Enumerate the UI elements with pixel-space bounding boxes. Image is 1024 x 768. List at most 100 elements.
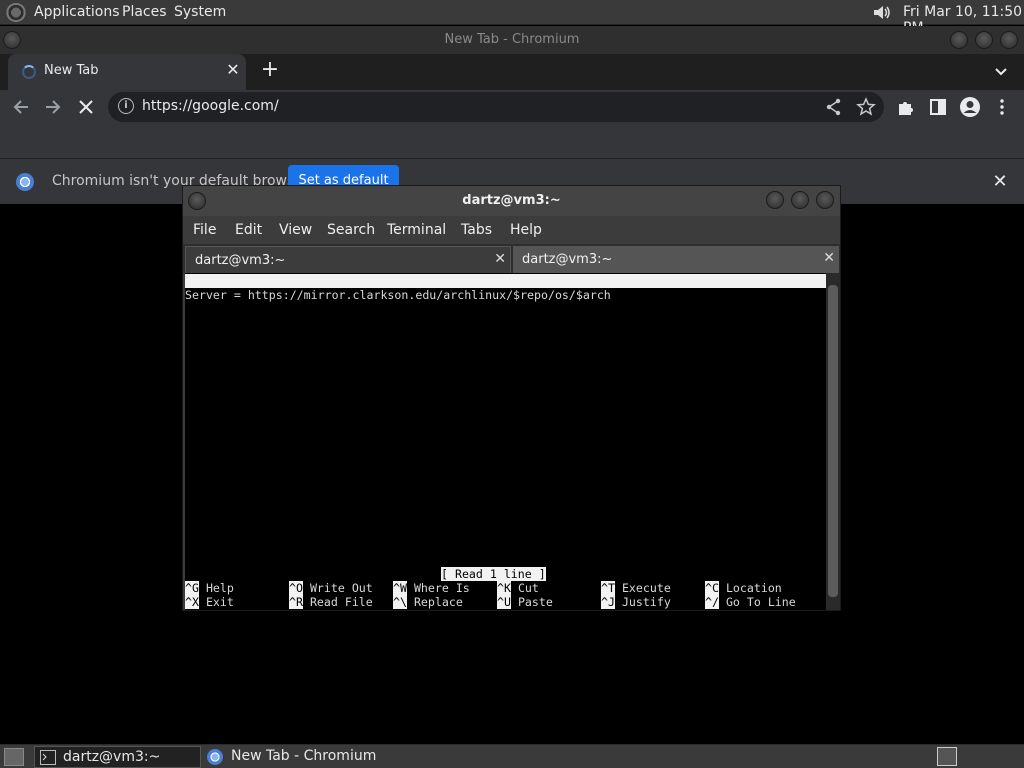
- nano-shortcut-label: Write Out: [302, 581, 373, 595]
- share-icon[interactable]: [824, 97, 844, 117]
- new-tab-button[interactable]: +: [258, 59, 282, 83]
- applications-menu[interactable]: Applications: [34, 4, 120, 20]
- window-title: New Tab - Chromium: [444, 32, 580, 47]
- minimize-button[interactable]: [950, 31, 968, 49]
- info-icon[interactable]: i: [118, 98, 134, 114]
- nano-shortcut-label: Justify: [614, 595, 671, 609]
- terminal-screen[interactable]: GNU nano 7.2/etc/pacman.d/mirrorlist Ser…: [185, 273, 826, 610]
- side-panel-icon[interactable]: [927, 96, 949, 118]
- distro-logo-icon[interactable]: [6, 3, 26, 22]
- tab-close-icon[interactable]: ✕: [224, 60, 242, 80]
- profile-avatar-icon[interactable]: [959, 96, 981, 118]
- nano-shortcut-key: ^G: [185, 581, 199, 595]
- back-arrow-icon[interactable]: [10, 96, 32, 118]
- taskbar-item-chromium[interactable]: New Tab - Chromium: [203, 746, 403, 768]
- show-desktop-icon[interactable]: [4, 748, 24, 766]
- workspace-switcher-icon[interactable]: [937, 747, 957, 766]
- nano-shortcut: ^K Cut: [497, 581, 539, 595]
- url-text[interactable]: https://google.com/: [142, 98, 279, 114]
- loading-spinner-icon: [22, 65, 36, 79]
- file-content-line[interactable]: Server = https://mirror.clarkson.edu/arc…: [185, 288, 611, 302]
- nano-shortcut-key: ^J: [601, 595, 615, 609]
- bottom-panel: dartz@vm3:~ New Tab - Chromium: [0, 744, 1024, 768]
- stop-loading-icon[interactable]: [75, 96, 97, 118]
- nano-shortcut-label: Where Is: [406, 581, 470, 595]
- terminal-tab-label: dartz@vm3:~: [522, 252, 613, 267]
- taskbar-item-terminal[interactable]: dartz@vm3:~: [34, 746, 201, 768]
- bookmark-star-icon[interactable]: [856, 97, 876, 117]
- terminal-tab-close-icon[interactable]: ✕: [494, 251, 506, 267]
- terminal-titlebar[interactable]: dartz@vm3:~: [183, 186, 840, 216]
- extensions-puzzle-icon[interactable]: [895, 96, 917, 118]
- nano-shortcut-label: Read File: [302, 595, 373, 609]
- terminal-tab-close-icon[interactable]: ✕: [823, 250, 835, 266]
- nano-shortcut: ^X Exit: [185, 595, 234, 609]
- nano-shortcut-label: Help: [198, 581, 234, 595]
- terminal-tab-bar: dartz@vm3:~ ✕ dartz@vm3:~ ✕: [183, 244, 840, 273]
- menu-file[interactable]: File: [193, 222, 216, 238]
- terminal-title: dartz@vm3:~: [462, 193, 561, 208]
- terminal-maximize-button[interactable]: [791, 191, 809, 209]
- terminal-window[interactable]: dartz@vm3:~ File Edit View Search Termin…: [182, 185, 841, 611]
- forward-arrow-icon[interactable]: [42, 96, 64, 118]
- menu-search[interactable]: Search: [327, 222, 375, 238]
- terminal-tab-label: dartz@vm3:~: [195, 253, 286, 268]
- nano-shortcut: ^W Where Is: [393, 581, 470, 595]
- terminal-close-button[interactable]: [816, 191, 834, 209]
- terminal-icon: [40, 750, 56, 765]
- volume-icon[interactable]: [871, 3, 893, 22]
- nano-shortcut-label: Execute: [614, 581, 671, 595]
- nano-shortcut-label: Replace: [406, 595, 463, 609]
- places-menu[interactable]: Places: [122, 4, 167, 20]
- menu-help[interactable]: Help: [510, 222, 542, 238]
- menu-tabs[interactable]: Tabs: [461, 222, 492, 238]
- nano-shortcut-label: Cut: [510, 581, 539, 595]
- toolbar: i https://google.com/: [0, 90, 1024, 124]
- nano-shortcut: ^/ Go To Line: [705, 595, 796, 609]
- scrollbar-thumb[interactable]: [828, 285, 838, 597]
- terminal-scrollbar[interactable]: [826, 273, 840, 610]
- terminal-minimize-button[interactable]: [766, 191, 784, 209]
- nano-shortcut-key: ^T: [601, 581, 615, 595]
- terminal-tab-2[interactable]: dartz@vm3:~ ✕: [513, 246, 839, 273]
- chromium-titlebar[interactable]: New Tab - Chromium: [0, 26, 1024, 54]
- menu-view[interactable]: View: [279, 222, 312, 238]
- chromium-icon: [207, 749, 223, 765]
- nano-shortcut-key: ^O: [289, 581, 303, 595]
- chromium-logo-icon: [16, 173, 34, 191]
- nano-shortcut-label: Paste: [510, 595, 553, 609]
- close-window-button[interactable]: [1000, 31, 1018, 49]
- nano-shortcut-key: ^C: [705, 581, 719, 595]
- tab-new-tab[interactable]: New Tab ✕: [8, 54, 246, 90]
- nano-status-message: [ Read 1 line ]: [441, 567, 546, 581]
- menu-edit[interactable]: Edit: [235, 222, 262, 238]
- terminal-menubar: File Edit View Search Terminal Tabs Help: [183, 216, 840, 244]
- menu-terminal[interactable]: Terminal: [387, 222, 446, 238]
- system-menu[interactable]: System: [174, 4, 226, 20]
- more-menu-icon[interactable]: [991, 96, 1013, 118]
- infobar-close-icon[interactable]: ✕: [990, 171, 1010, 192]
- nano-shortcut-key: ^\: [393, 595, 407, 609]
- top-panel: Applications Places System Fri Mar 10, 1…: [0, 0, 1024, 36]
- chevron-down-icon[interactable]: [990, 60, 1012, 82]
- taskbar-label: New Tab - Chromium: [231, 748, 377, 764]
- nano-shortcut: ^C Location: [705, 581, 782, 595]
- nano-shortcut-key: ^W: [393, 581, 407, 595]
- nano-shortcut: ^J Justify: [601, 595, 671, 609]
- terminal-tab-1[interactable]: dartz@vm3:~ ✕: [185, 246, 511, 273]
- nano-shortcut: ^U Paste: [497, 595, 553, 609]
- nano-header: GNU nano 7.2/etc/pacman.d/mirrorlist: [185, 274, 826, 302]
- nano-shortcut-key: ^K: [497, 581, 511, 595]
- nano-shortcut-key: ^X: [185, 595, 199, 609]
- bookmark-bar: [0, 124, 1024, 158]
- address-bar[interactable]: i https://google.com/: [108, 92, 884, 122]
- nano-shortcut-label: Exit: [198, 595, 234, 609]
- tab-title: New Tab: [44, 63, 99, 78]
- nano-shortcut-key: ^U: [497, 595, 511, 609]
- nano-shortcut: ^O Write Out: [289, 581, 373, 595]
- nano-shortcut: ^G Help: [185, 581, 234, 595]
- nano-shortcut: ^\ Replace: [393, 595, 463, 609]
- maximize-button[interactable]: [975, 31, 993, 49]
- nano-shortcut: ^R Read File: [289, 595, 373, 609]
- nano-shortcut: ^T Execute: [601, 581, 671, 595]
